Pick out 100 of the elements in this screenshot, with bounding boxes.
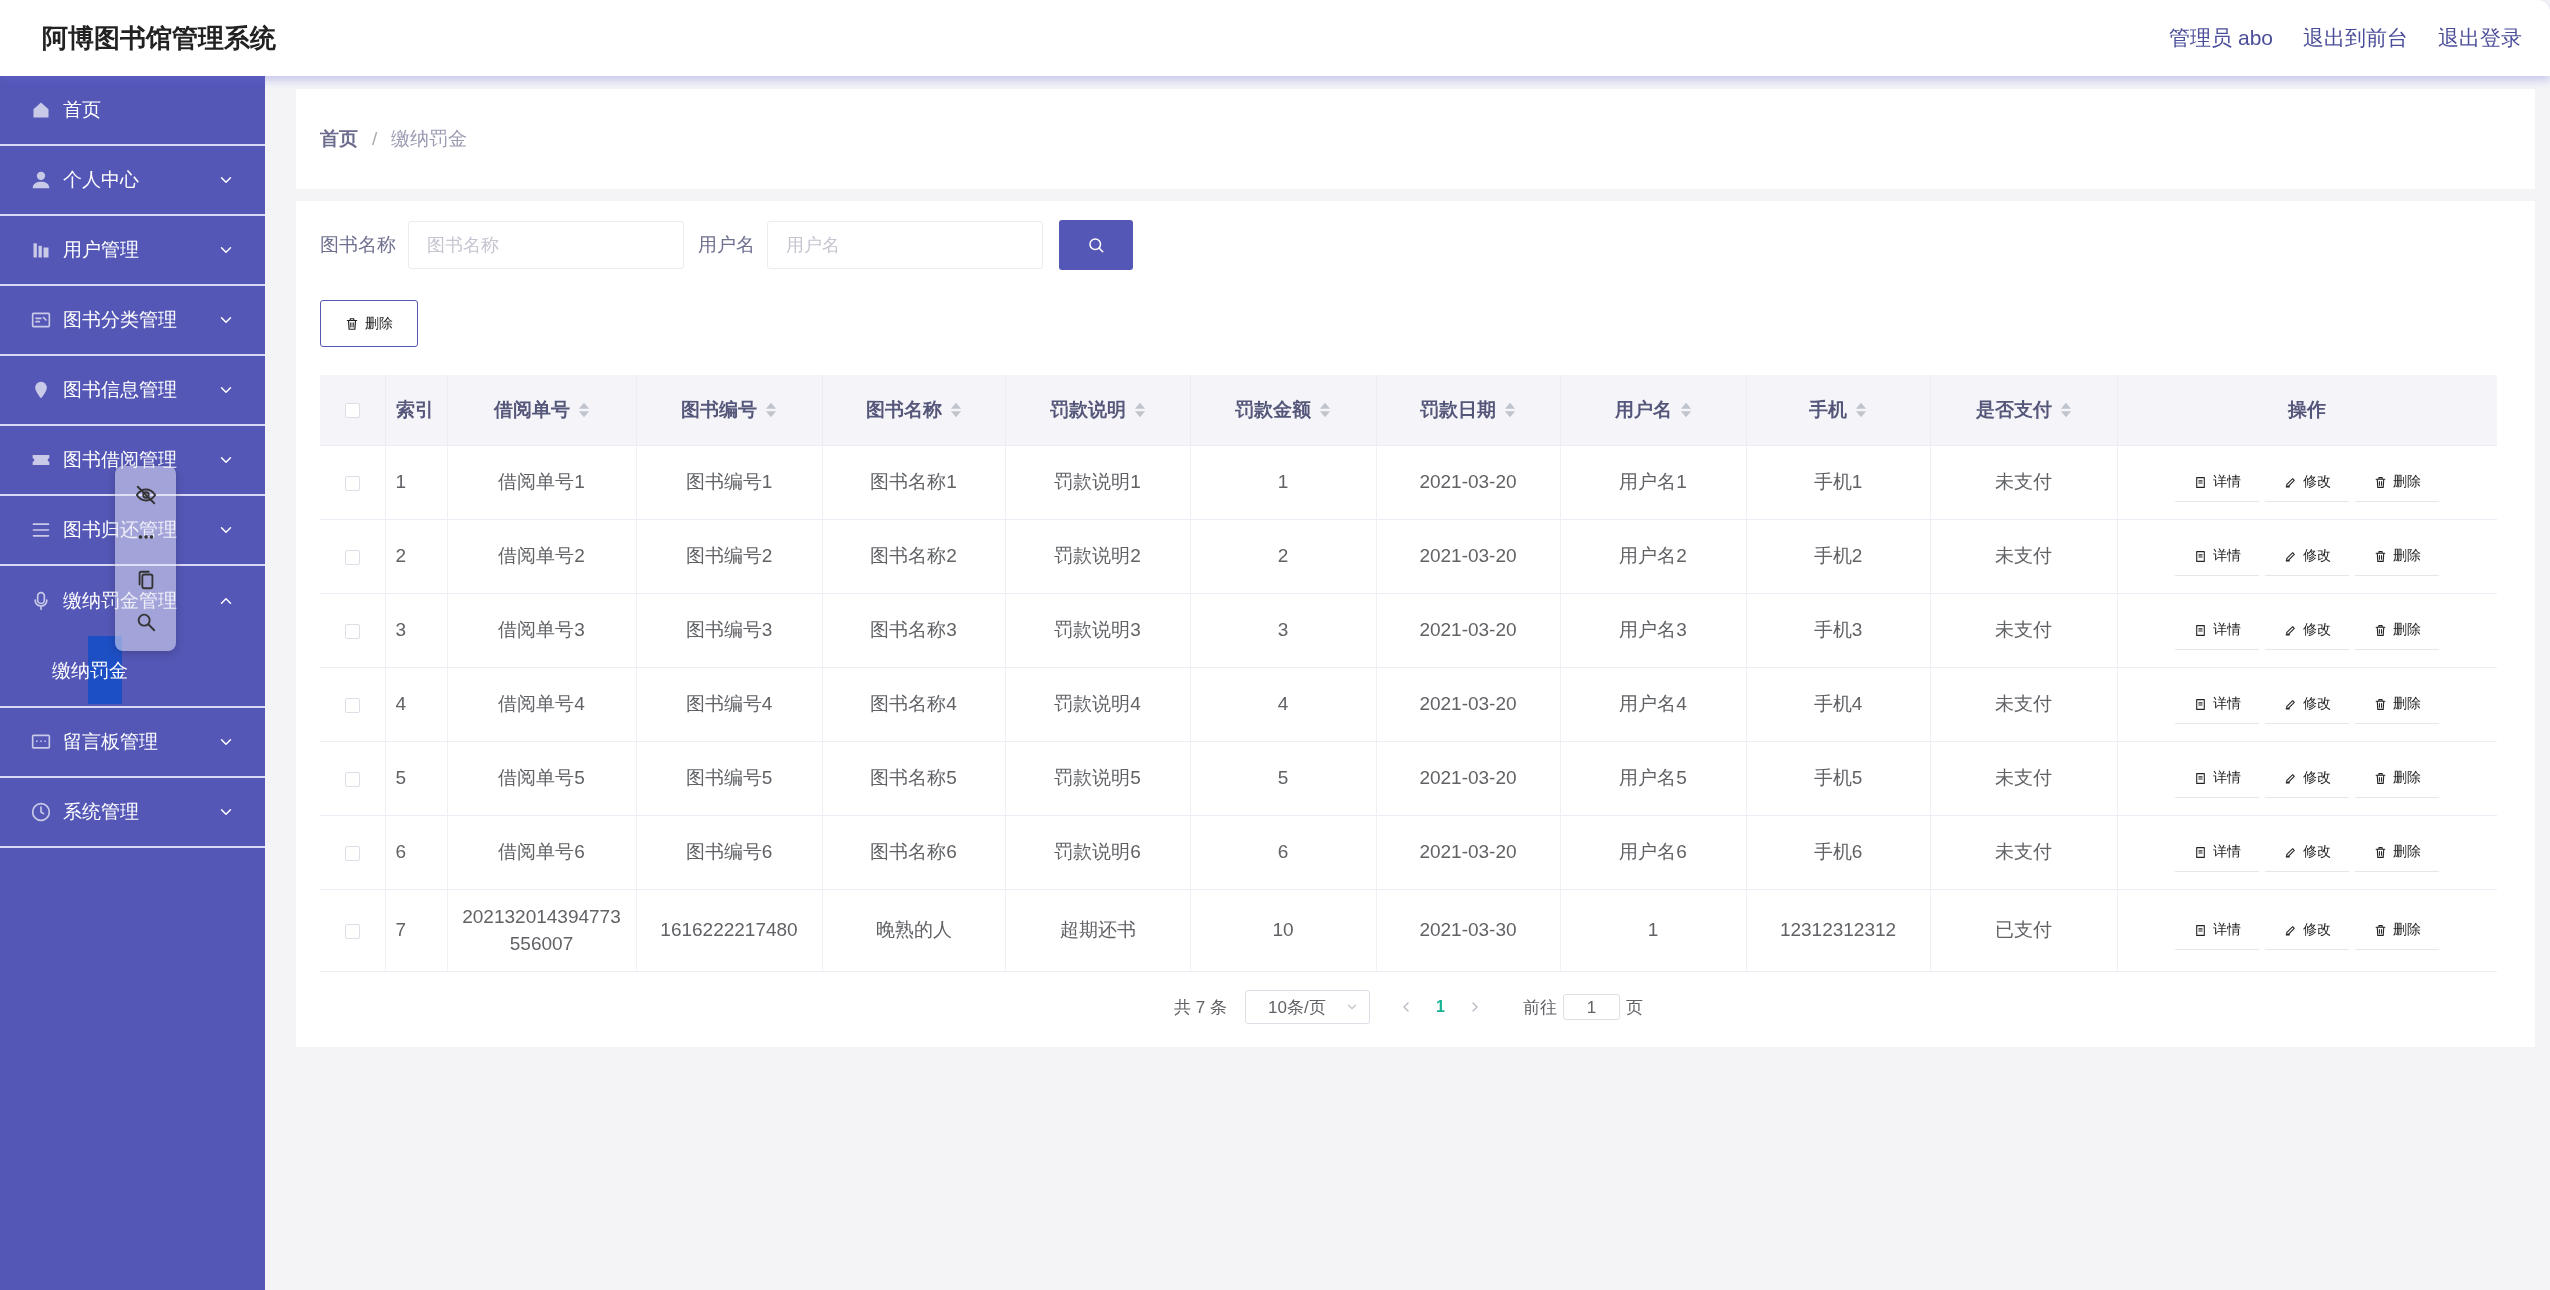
table-cell: 6: [1190, 815, 1376, 890]
table-cell: 6: [385, 815, 447, 890]
table-cell: 图书编号4: [636, 667, 822, 742]
pencil-icon: [2283, 549, 2297, 563]
checkbox[interactable]: [344, 845, 360, 861]
column-header[interactable]: 罚款说明: [1049, 397, 1126, 423]
table-cell: 手机2: [1746, 519, 1930, 594]
table-cell: 图书名称5: [822, 741, 1005, 816]
breadcrumb-current: 缴纳罚金: [391, 127, 468, 151]
table-cell: 借阅单号2: [447, 519, 636, 594]
table-cell: 2021-03-20: [1376, 593, 1560, 668]
pencil-icon: [2283, 697, 2297, 711]
table-cell: 手机3: [1746, 593, 1930, 668]
column-header[interactable]: 手机: [1809, 397, 1847, 423]
table-cell: 超期还书: [1005, 889, 1190, 972]
sidebar-item[interactable]: 留言板管理: [0, 708, 265, 778]
app-title: 阿博图书馆管理系统: [42, 21, 276, 55]
checkbox[interactable]: [344, 403, 360, 419]
sidebar-item[interactable]: 图书信息管理: [0, 356, 265, 426]
table-cell: 图书编号2: [636, 519, 822, 594]
page-size-select[interactable]: 10条/页: [1245, 990, 1370, 1024]
table-cell: 用户名1: [1560, 445, 1746, 520]
table-cell: 借阅单号4: [447, 667, 636, 742]
table-cell: 罚款说明4: [1005, 667, 1190, 742]
home-icon: [31, 100, 51, 120]
trash-icon: [345, 316, 359, 331]
submenu-item[interactable]: 缴纳罚金: [50, 654, 130, 688]
column-header[interactable]: 借阅单号: [493, 397, 570, 423]
table-cell: 用户名5: [1560, 741, 1746, 816]
table-cell: 7: [385, 889, 447, 972]
table-cell: 罚款说明6: [1005, 815, 1190, 890]
column-header[interactable]: 罚款金额: [1235, 397, 1311, 423]
page-input[interactable]: 1: [1562, 994, 1620, 1020]
column-header[interactable]: 是否支付: [1975, 397, 2052, 423]
header-link[interactable]: 退出登录: [2438, 24, 2522, 52]
table-cell: 用户名4: [1560, 667, 1746, 742]
header-link[interactable]: 管理员 abo: [2169, 24, 2273, 52]
checkbox[interactable]: [344, 771, 360, 787]
pencil-icon: [2283, 623, 2297, 637]
search-field[interactable]: 图书名称: [408, 221, 684, 269]
sidebar-item[interactable]: 个人中心: [0, 146, 265, 216]
table-cell: 用户名2: [1560, 519, 1746, 594]
checkbox[interactable]: [344, 475, 360, 491]
column-header[interactable]: 图书编号: [681, 397, 757, 423]
table-cell: 12312312312: [1746, 889, 1930, 972]
table-cell: 2: [1190, 519, 1376, 594]
pencil-icon: [2283, 475, 2297, 489]
user-icon: [31, 170, 51, 190]
search-field[interactable]: 用户名: [767, 221, 1043, 269]
trash-icon: [2373, 923, 2387, 937]
checkbox[interactable]: [344, 549, 360, 565]
table-cell: 借阅单号3: [447, 593, 636, 668]
column-header[interactable]: 图书名称: [865, 397, 942, 423]
delete-button[interactable]: 删除: [320, 300, 418, 347]
table-cell: 借阅单号6: [447, 815, 636, 890]
search-icon: [1087, 236, 1105, 254]
trash-icon: [2373, 845, 2387, 859]
sidebar-item[interactable]: 图书分类管理: [0, 286, 265, 356]
table-cell: 5: [385, 741, 447, 816]
table-cell: 罚款说明5: [1005, 741, 1190, 816]
table-cell: 手机5: [1746, 741, 1930, 816]
table-cell: 图书名称4: [822, 667, 1005, 742]
table-cell: 图书名称3: [822, 593, 1005, 668]
total-count: 共 7 条: [1174, 996, 1227, 1019]
pencil-icon: [2283, 845, 2297, 859]
chat-icon: [31, 732, 51, 752]
document-icon: [2193, 771, 2207, 785]
table-cell: 已支付: [1930, 889, 2117, 972]
page-suffix: 页: [1625, 996, 1643, 1019]
search-button[interactable]: [1059, 220, 1133, 270]
table-cell: 未支付: [1930, 519, 2117, 594]
table-cell: 2021-03-20: [1376, 445, 1560, 520]
eye-off-icon[interactable]: [134, 484, 157, 507]
table-cell: 3: [1190, 593, 1376, 668]
table-cell: 未支付: [1930, 667, 2117, 742]
checkbox[interactable]: [344, 623, 360, 639]
column-header[interactable]: 罚款日期: [1420, 397, 1496, 423]
table-cell: 图书名称2: [822, 519, 1005, 594]
header-link[interactable]: 退出到前台: [2303, 24, 2408, 52]
table-cell: 晚熟的人: [822, 889, 1005, 972]
sidebar-item[interactable]: 图书借阅管理: [0, 426, 265, 496]
sidebar-item[interactable]: 用户管理: [0, 216, 265, 286]
table-cell: 1: [1560, 889, 1746, 972]
breadcrumb-link[interactable]: 首页: [320, 126, 358, 152]
column-header: 索引: [395, 398, 434, 422]
table-cell: 2021-03-20: [1376, 667, 1560, 742]
table-cell: 图书编号5: [636, 741, 822, 816]
sidebar-item[interactable]: 首页: [0, 76, 265, 146]
document-icon: [2193, 697, 2207, 711]
microphone-icon: [31, 591, 51, 611]
table-cell: 图书名称1: [822, 445, 1005, 520]
checkbox[interactable]: [344, 697, 360, 713]
checkbox[interactable]: [344, 923, 360, 939]
trash-icon: [2373, 771, 2387, 785]
column-header[interactable]: 用户名: [1614, 397, 1672, 423]
sidebar-item[interactable]: 系统管理: [0, 778, 265, 848]
table-cell: 借阅单号5: [447, 741, 636, 816]
table-cell: 2021-03-20: [1376, 741, 1560, 816]
table-cell: 未支付: [1930, 815, 2117, 890]
field-label: 图书名称: [320, 233, 396, 257]
